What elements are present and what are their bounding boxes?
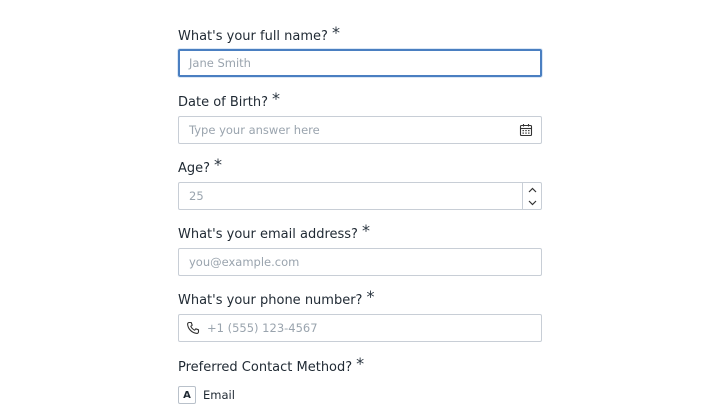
email-input[interactable]: you@example.com [178, 248, 542, 276]
option-key-badge: A [178, 386, 196, 404]
required-asterisk: * [331, 23, 340, 42]
age-label-text: Age? [178, 161, 211, 176]
phone-icon [187, 321, 200, 334]
preferred-contact-label-text: Preferred Contact Method? [178, 360, 353, 375]
preferred-contact-label: Preferred Contact Method? * [178, 354, 365, 379]
age-stepper [522, 183, 541, 209]
option-label: Email [203, 388, 235, 402]
chevron-down-icon [528, 200, 536, 205]
phone-placeholder: +1 (555) 123-4567 [207, 321, 318, 335]
phone-label-text: What's your phone number? [178, 293, 363, 308]
phone-label: What's your phone number? * [178, 287, 375, 312]
full-name-label: What's your full name? * [178, 23, 340, 48]
email-placeholder: you@example.com [189, 255, 300, 269]
required-asterisk: * [214, 155, 223, 174]
decrement-button[interactable] [523, 196, 541, 209]
email-label: What's your email address? * [178, 221, 370, 246]
full-name-input[interactable]: Jane Smith [178, 49, 542, 77]
age-input[interactable]: 25 [178, 182, 542, 210]
required-asterisk: * [356, 354, 365, 373]
date-of-birth-placeholder: Type your answer here [189, 123, 320, 137]
chevron-up-icon [528, 187, 536, 192]
full-name-label-text: What's your full name? [178, 29, 328, 44]
phone-input[interactable]: +1 (555) 123-4567 [178, 314, 542, 342]
required-asterisk: * [366, 287, 375, 306]
required-asterisk: * [361, 221, 370, 240]
date-of-birth-label-text: Date of Birth? [178, 95, 268, 110]
required-asterisk: * [271, 89, 280, 108]
full-name-placeholder: Jane Smith [189, 56, 251, 70]
increment-button[interactable] [523, 183, 541, 196]
contact-option-email[interactable]: A Email [178, 386, 235, 404]
age-placeholder: 25 [189, 189, 204, 203]
calendar-icon[interactable] [519, 123, 533, 137]
date-of-birth-input[interactable]: Type your answer here [178, 116, 542, 144]
email-label-text: What's your email address? [178, 227, 358, 242]
date-of-birth-label: Date of Birth? * [178, 89, 280, 114]
age-label: Age? * [178, 155, 223, 180]
